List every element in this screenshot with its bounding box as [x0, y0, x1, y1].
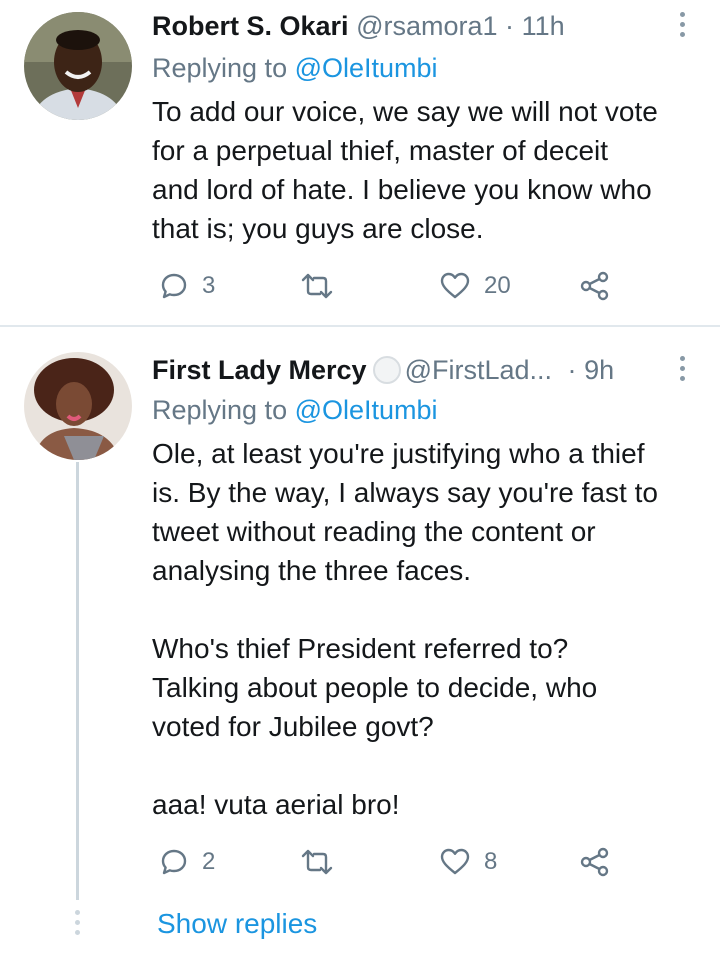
like-count: 8: [484, 848, 498, 875]
avatar[interactable]: [24, 352, 132, 460]
tweet-actions: 3 20: [152, 266, 712, 306]
separator-dot: ·: [567, 355, 577, 385]
author-handle[interactable]: @FirstLad...: [405, 355, 552, 385]
reply-count: 3: [202, 272, 216, 299]
replying-to-mention[interactable]: @OleItumbi: [295, 395, 438, 425]
timestamp[interactable]: 11h: [522, 11, 565, 41]
share-icon: [580, 847, 609, 877]
share-button[interactable]: [580, 842, 610, 882]
replying-prefix: Replying to: [152, 53, 295, 83]
thread-dots: [75, 910, 81, 940]
thread-line: [76, 462, 79, 900]
retweet-button[interactable]: [300, 266, 348, 306]
timestamp[interactable]: 9h: [584, 355, 614, 385]
replying-to: Replying to @OleItumbi: [152, 50, 438, 86]
heart-icon: [440, 272, 470, 299]
reply-button[interactable]: 3: [160, 266, 215, 306]
share-icon: [580, 271, 609, 301]
retweet-icon: [301, 273, 333, 299]
more-options-icon[interactable]: [678, 354, 686, 384]
heart-icon: [440, 848, 470, 875]
tweet-divider: [0, 325, 720, 327]
author-handle[interactable]: @rsamora1: [356, 11, 497, 41]
like-button[interactable]: 20: [440, 266, 511, 306]
more-options-icon[interactable]: [678, 10, 686, 40]
reply-button[interactable]: 2: [160, 842, 215, 882]
author-name[interactable]: First Lady Mercy: [152, 355, 367, 385]
author-name[interactable]: Robert S. Okari: [152, 11, 349, 41]
tweet[interactable]: Robert S. Okari @rsamora1 · 11h Replying…: [0, 0, 720, 326]
like-count: 20: [484, 272, 511, 299]
replying-to-mention[interactable]: @OleItumbi: [295, 53, 438, 83]
tweet-text: Ole, at least you're justifying who a th…: [152, 438, 658, 820]
show-replies-link[interactable]: Show replies: [157, 906, 317, 942]
like-button[interactable]: 8: [440, 842, 497, 882]
replying-to: Replying to @OleItumbi: [152, 392, 438, 428]
retweet-icon: [301, 849, 333, 875]
replying-prefix: Replying to: [152, 395, 295, 425]
retweet-button[interactable]: [300, 842, 348, 882]
badge-icon: [372, 356, 401, 384]
tweet[interactable]: First Lady Mercy @FirstLad... · 9h Replyi…: [0, 328, 720, 957]
reply-icon: [161, 273, 187, 299]
reply-count: 2: [202, 848, 216, 875]
reply-icon: [161, 849, 187, 875]
tweet-actions: 2 8: [152, 842, 712, 882]
avatar[interactable]: [24, 12, 132, 120]
share-button[interactable]: [580, 266, 610, 306]
separator-dot: ·: [505, 11, 515, 41]
tweet-text: To add our voice, we say we will not vot…: [152, 96, 658, 244]
